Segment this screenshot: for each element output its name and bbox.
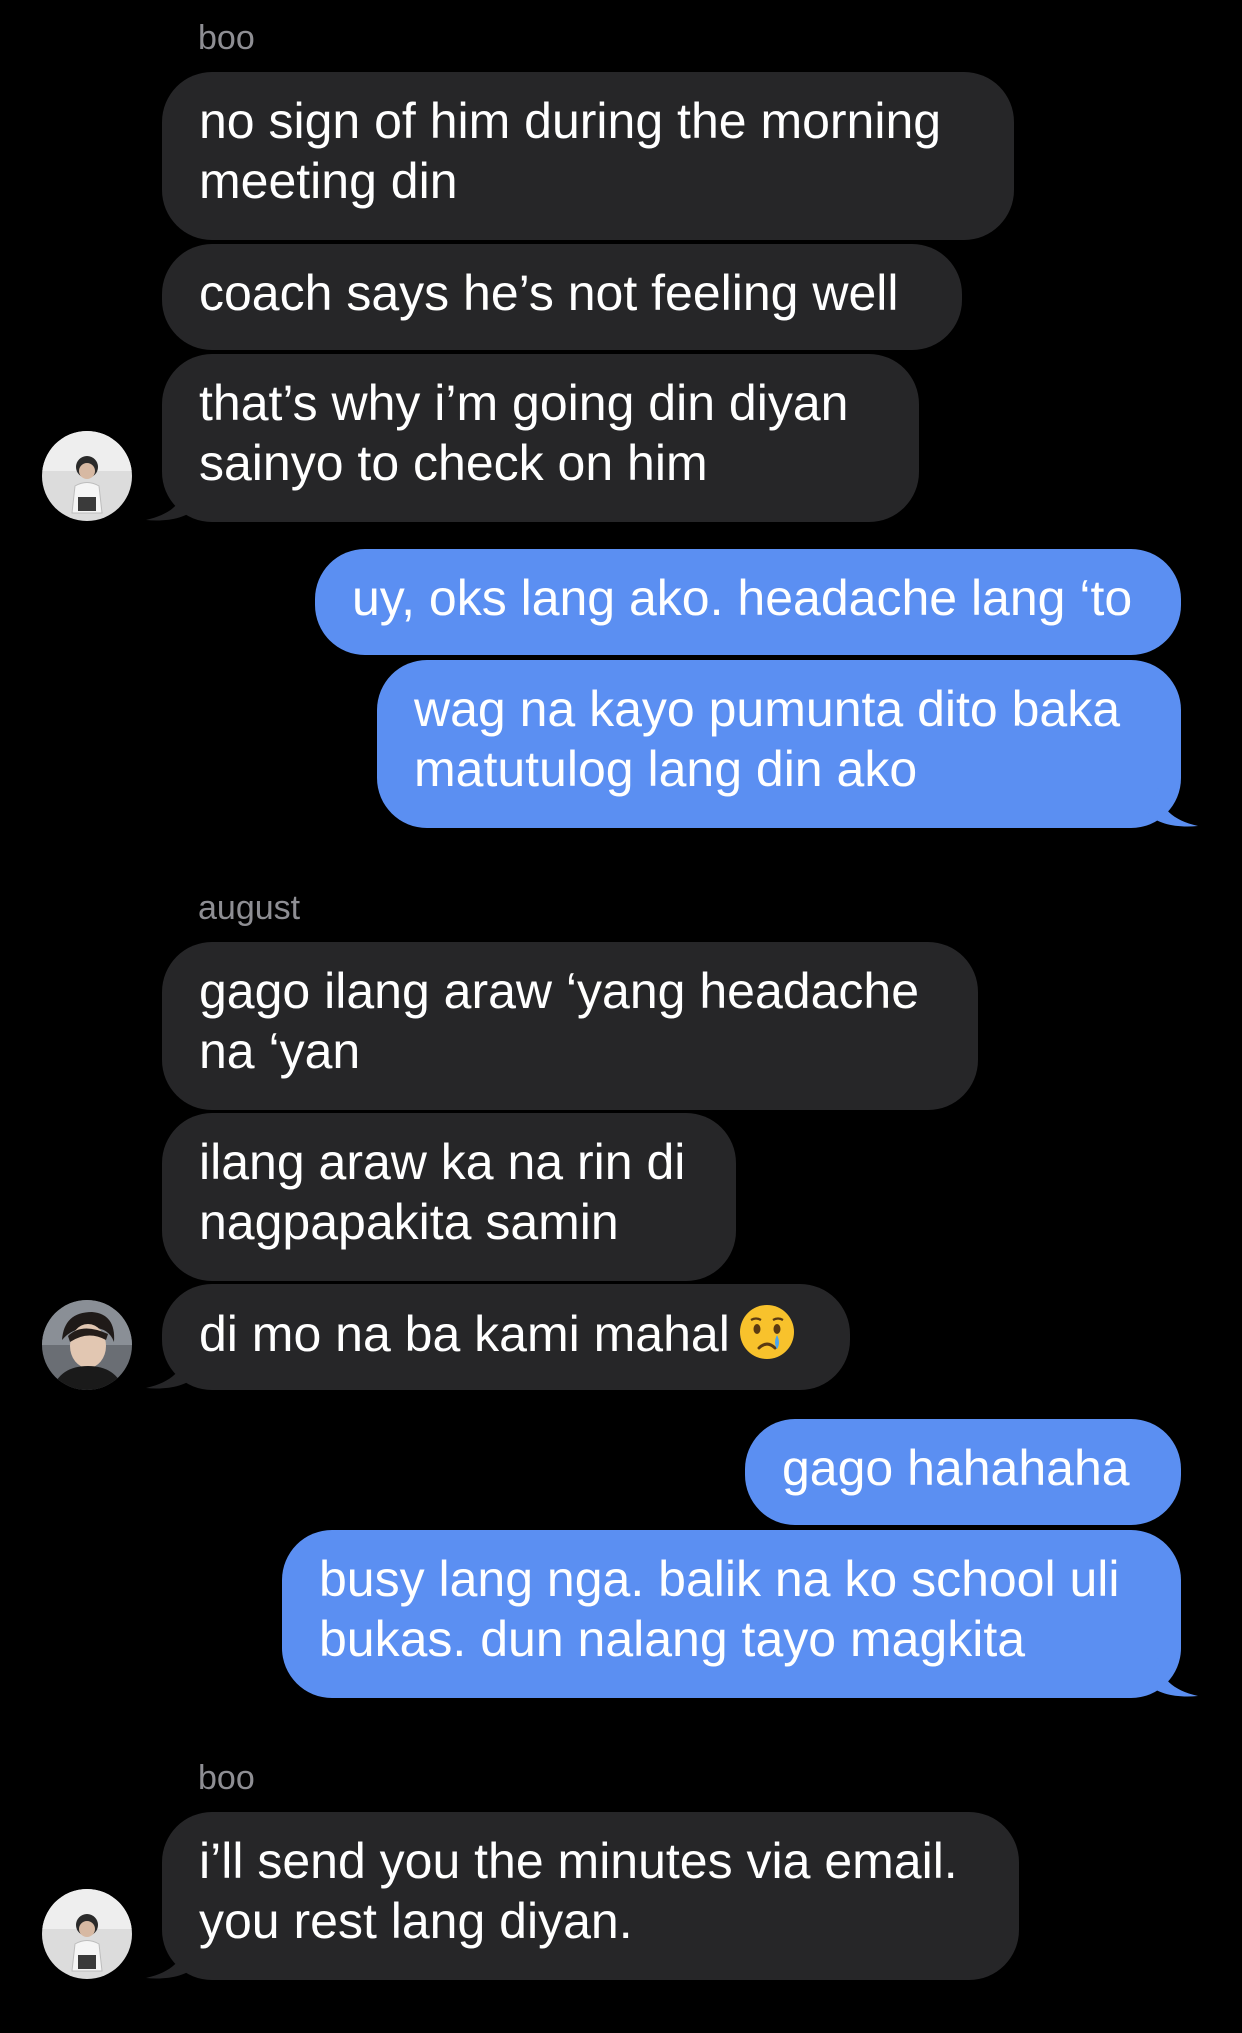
sender-label-boo: boo <box>198 1759 255 1797</box>
message-text: i’ll send you the minutes via email. you… <box>199 1833 958 1949</box>
crying-face-icon <box>738 1303 796 1361</box>
message-bubble-incoming[interactable]: di mo na ba kami mahal <box>162 1284 850 1390</box>
message-text: no sign of him during the morning meetin… <box>199 93 942 209</box>
message-bubble-incoming[interactable]: gago ilang araw ‘yang headache na ‘yan <box>162 942 978 1110</box>
message-text: wag na kayo pumunta dito baka matutulog … <box>414 681 1121 797</box>
message-text: gago ilang araw ‘yang headache na ‘yan <box>199 963 919 1079</box>
message-bubble-outgoing[interactable]: busy lang nga. balik na ko school uli bu… <box>282 1530 1181 1698</box>
message-text: uy, oks lang ako. headache lang ‘to <box>352 570 1133 626</box>
message-bubble-incoming[interactable]: no sign of him during the morning meetin… <box>162 72 1014 240</box>
boo-avatar-icon[interactable] <box>42 1889 132 1979</box>
message-bubble-outgoing[interactable]: gago hahahaha <box>745 1419 1181 1525</box>
bubble-tail <box>1148 788 1198 827</box>
message-text: coach says he’s not feeling well <box>199 265 899 321</box>
august-avatar-icon[interactable] <box>42 1300 132 1390</box>
message-bubble-outgoing[interactable]: uy, oks lang ako. headache lang ‘to <box>315 549 1181 655</box>
message-bubble-incoming[interactable]: coach says he’s not feeling well <box>162 244 962 350</box>
bubble-tail <box>1148 1658 1198 1697</box>
message-bubble-incoming[interactable]: that’s why i’m going din diyan sainyo to… <box>162 354 919 522</box>
message-bubble-incoming[interactable]: ilang araw ka na rin di nagpapakita sami… <box>162 1113 736 1281</box>
message-bubble-outgoing[interactable]: wag na kayo pumunta dito baka matutulog … <box>377 660 1181 828</box>
message-text: that’s why i’m going din diyan sainyo to… <box>199 375 849 491</box>
message-text: busy lang nga. balik na ko school uli bu… <box>319 1551 1120 1667</box>
message-text: di mo na ba kami mahal <box>199 1306 730 1362</box>
message-text: gago hahahaha <box>782 1440 1130 1496</box>
bubble-tail <box>146 1940 196 1979</box>
boo-avatar-icon[interactable] <box>42 431 132 521</box>
bubble-tail <box>146 482 196 521</box>
message-bubble-incoming[interactable]: i’ll send you the minutes via email. you… <box>162 1812 1019 1980</box>
message-text: ilang araw ka na rin di nagpapakita sami… <box>199 1134 686 1250</box>
sender-label-boo: boo <box>198 19 255 57</box>
sender-label-august: august <box>198 889 301 927</box>
bubble-tail <box>146 1350 196 1389</box>
